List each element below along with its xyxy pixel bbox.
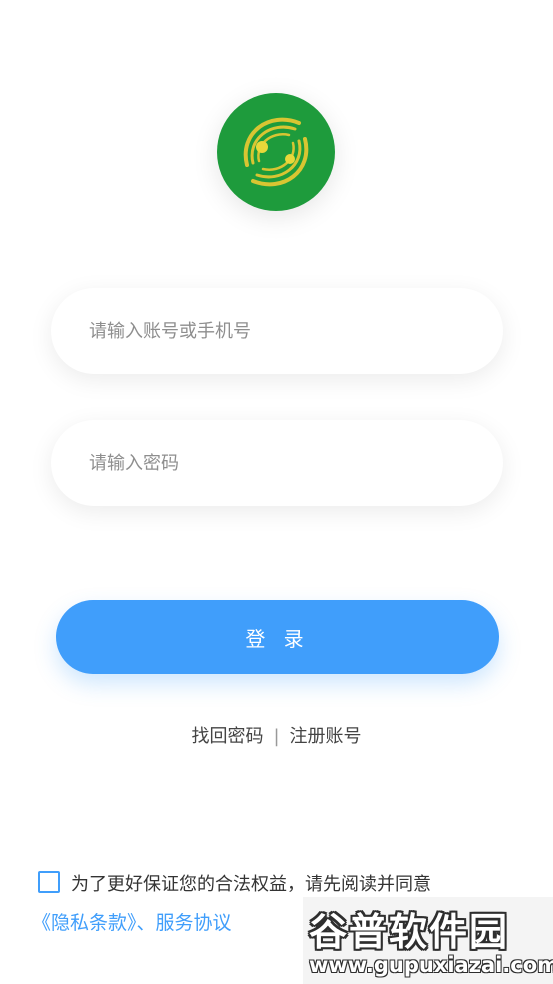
agreement-links: 《隐私条款》、服务协议 <box>32 908 232 935</box>
app-logo <box>217 93 335 211</box>
privacy-link[interactable]: 《隐私条款》 <box>32 912 137 934</box>
agreement-joiner: 、 <box>136 912 156 934</box>
watermark-title: 谷普软件园 <box>309 910 510 954</box>
app-logo-icon <box>217 93 335 211</box>
account-input[interactable] <box>89 288 469 374</box>
account-field <box>51 288 503 374</box>
service-agreement-link[interactable]: 服务协议 <box>156 912 232 934</box>
login-button[interactable]: 登 录 <box>56 600 499 674</box>
account-links: 找回密码 | 注册账号 <box>0 722 553 748</box>
agreement-text: 为了更好保证您的合法权益，请先阅读并同意 <box>71 874 431 895</box>
register-link[interactable]: 注册账号 <box>290 726 362 747</box>
agreement-checkbox[interactable] <box>38 871 60 893</box>
link-separator: | <box>273 726 280 747</box>
forgot-password-link[interactable]: 找回密码 <box>191 726 263 747</box>
watermark: 谷普软件园 www.gupuxiazai.com <box>303 897 553 984</box>
password-input[interactable] <box>89 420 469 506</box>
password-field <box>51 420 503 506</box>
watermark-url: www.gupuxiazai.com <box>309 953 553 977</box>
